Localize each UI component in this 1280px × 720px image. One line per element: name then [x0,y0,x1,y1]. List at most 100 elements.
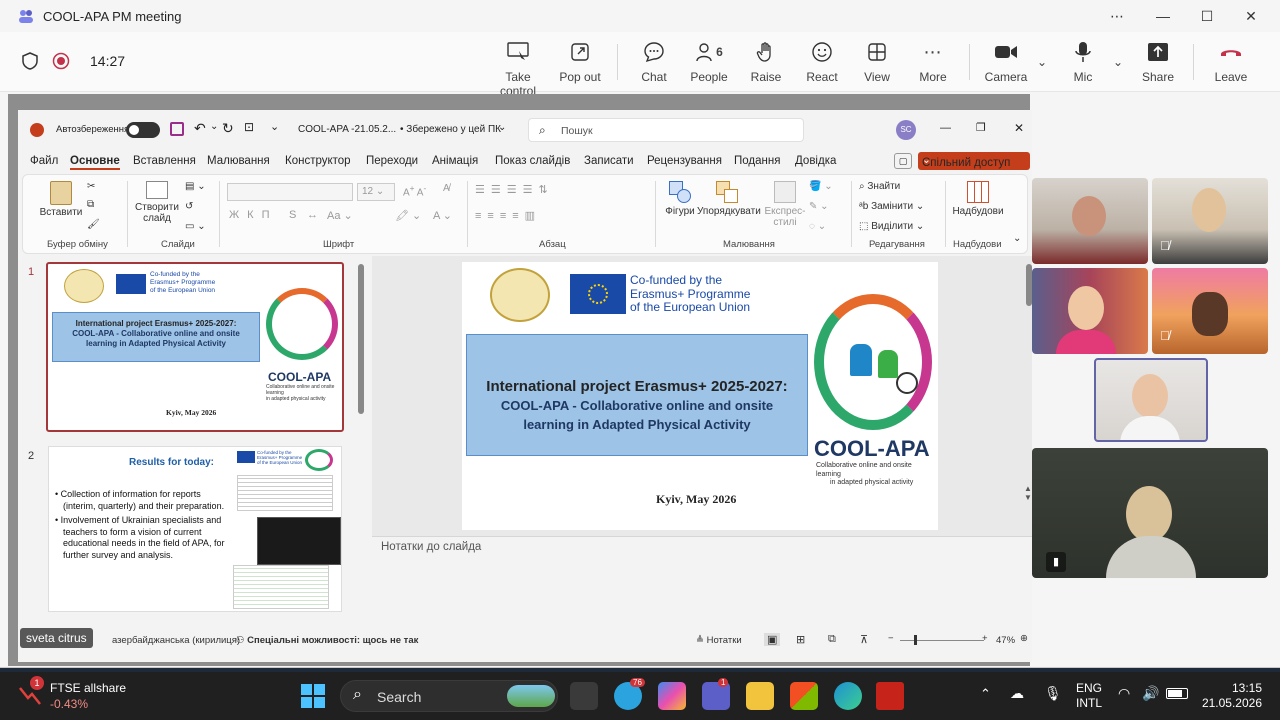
mic-options-chevron[interactable]: ⌄ [1110,50,1126,80]
section-icon[interactable]: ▭ ⌄ [185,221,206,232]
save-icon[interactable] [170,122,184,136]
shape-fill-icon[interactable]: 🪣 ⌄ [809,181,833,192]
share-button[interactable]: Share [1142,40,1174,84]
tab-review[interactable]: Рецензування [647,155,722,167]
undo-icon[interactable]: ↶ [194,120,206,137]
sorter-view-icon[interactable]: ⊞ [796,633,805,646]
find-button[interactable]: ⌕ Знайти [859,181,900,192]
current-slide[interactable]: Co-funded by the Erasmus+ Programme of the… [462,262,938,530]
zoom-slider[interactable] [900,635,984,645]
microsoft-store-icon[interactable] [790,682,818,710]
cut-icon[interactable]: ✂ [87,181,95,192]
onedrive-icon[interactable]: ☁ [1010,685,1024,702]
strikethrough-icon[interactable]: S [289,209,296,221]
redo-icon[interactable]: ↻ [222,120,234,137]
microphone-tray-icon[interactable]: 🎙 [1044,685,1062,702]
change-case-icon[interactable]: Aa ⌄ [327,209,353,222]
zoom-out-icon[interactable]: − [888,633,894,644]
slide-thumbnail-1[interactable]: Co-funded by the Erasmus+ Programme of the… [46,262,344,432]
participant-video-tile[interactable] [1032,178,1148,264]
maximize-button[interactable]: ☐ [1196,6,1218,26]
clock[interactable]: 13:15 21.05.2026 [1200,681,1262,711]
volume-icon[interactable]: 🔊 [1142,685,1159,702]
mic-button[interactable]: Mic [1069,40,1097,84]
highlight-icon[interactable]: 🖍 ⌄ [395,209,421,222]
select-button[interactable]: ⬚ Виділити ⌄ [859,221,924,232]
save-status[interactable]: • Збережено у цей ПК [400,124,501,135]
ppt-minimize-button[interactable]: — [940,122,951,134]
participant-video-tile[interactable]: 🎙̸ [1152,178,1268,264]
undo-chevron-icon[interactable]: ⌄ [210,121,218,132]
addins-button[interactable]: Надбудови [951,181,1005,217]
teams-icon[interactable]: 1 [702,678,730,710]
participant-video-tile-active-speaker[interactable] [1094,358,1208,442]
ppt-restore-button[interactable]: ❐ [976,121,986,134]
font-color-icon[interactable]: A ⌄ [433,209,452,222]
wifi-icon[interactable]: ◠ [1118,685,1130,702]
raise-hand-button[interactable]: Raise [749,40,783,84]
share-ppt-button[interactable]: Спільний доступ ⌄ [918,152,1030,170]
minimize-button[interactable]: — [1152,6,1174,26]
notes-pane[interactable]: Нотатки до слайда [372,536,1034,630]
slideshow-icon[interactable]: ⊡ [244,120,254,134]
zoom-value[interactable]: 47% [996,635,1015,646]
font-name-dropdown[interactable] [227,183,353,201]
thumbnails-scrollbar[interactable] [358,264,364,414]
replace-button[interactable]: ᵃb Замінити ⌄ [859,201,924,212]
new-slide-button[interactable]: Створити слайд [133,181,181,224]
paste-button[interactable]: Вставити [39,181,83,218]
presenter-view-icon[interactable]: ⊼ [860,633,868,646]
quick-styles-button[interactable]: Експрес-стилі [761,181,809,228]
show-hidden-icons-chevron[interactable]: ⌃ [980,686,991,702]
tab-design[interactable]: Конструктор [285,155,351,167]
language-indicator[interactable]: ENG INTL [1076,681,1102,711]
fit-slide-icon[interactable]: ⊕ [1020,633,1028,644]
edge-icon[interactable] [834,682,862,710]
pdf-reader-icon[interactable] [876,682,904,710]
user-avatar[interactable]: SC [896,120,916,140]
camera-options-chevron[interactable]: ⌄ [1034,50,1050,80]
normal-view-icon[interactable]: ▣ [764,633,781,646]
autosave-toggle[interactable] [126,122,160,138]
shape-outline-icon[interactable]: ✎ ⌄ [809,201,829,212]
reading-view-icon[interactable]: ⧉ [828,633,836,646]
leave-button[interactable]: Leave [1212,40,1250,84]
telegram-icon[interactable]: 76 [614,678,645,710]
more-button[interactable]: ⋯ More [916,40,950,85]
file-name[interactable]: COOL-APA -21.05.2... [298,124,396,135]
pop-out-button[interactable]: Pop out [558,40,602,84]
customize-toolbar-icon[interactable]: ⌄ [270,120,279,133]
slide-thumbnail-2[interactable]: Results for today: Co-funded by the Erasm… [48,446,342,612]
shapes-button[interactable]: Фігури [663,181,697,217]
self-video-tile[interactable]: ▮ [1032,448,1268,578]
copilot-icon[interactable] [658,682,686,710]
tab-file[interactable]: Файл [30,155,58,167]
take-control-button[interactable]: Take control [488,40,548,98]
camera-button[interactable]: Camera [984,40,1028,84]
participant-video-tile[interactable] [1032,268,1148,354]
slide-nav-arrows[interactable]: ▲ ▼ [1024,484,1032,502]
shared-screen[interactable]: Автозбереження ↶ ⌄ ↻ ⊡ ⌄ COOL-APA -21.05… [8,94,1034,666]
reset-icon[interactable]: ↺ [185,201,193,212]
notes-toggle-button[interactable]: ≜ Нотатки [696,635,742,646]
tab-transitions[interactable]: Переходи [366,155,418,167]
participant-video-tile[interactable]: 🎙̸ [1152,268,1268,354]
alignment-buttons[interactable]: ≡≡≡≡▥ [475,209,541,222]
shield-icon[interactable] [22,52,38,70]
format-painter-icon[interactable]: 🖌 [87,219,100,230]
layout-icon[interactable]: ▤ ⌄ [185,181,206,192]
language-status[interactable]: азербайджанська (кирилиця) [112,635,240,646]
close-button[interactable]: ✕ [1240,6,1262,26]
tab-insert[interactable]: Вставлення [133,155,196,167]
font-style-buttons[interactable]: ЖКП [229,209,277,221]
comments-icon[interactable]: ▢ [894,153,912,169]
taskbar-search[interactable]: ⌕ Search [340,680,558,712]
tab-draw[interactable]: Малювання [207,155,270,167]
collapse-ribbon-chevron[interactable]: ⌄ [1013,233,1021,244]
task-view-icon[interactable] [570,682,598,710]
tab-record[interactable]: Записати [584,155,634,167]
grow-font-icon[interactable]: A+ A- [403,183,426,198]
react-button[interactable]: React [805,40,839,84]
ppt-close-button[interactable]: ✕ [1014,121,1024,135]
shape-effects-icon[interactable]: ◌ ⌄ [809,221,826,232]
